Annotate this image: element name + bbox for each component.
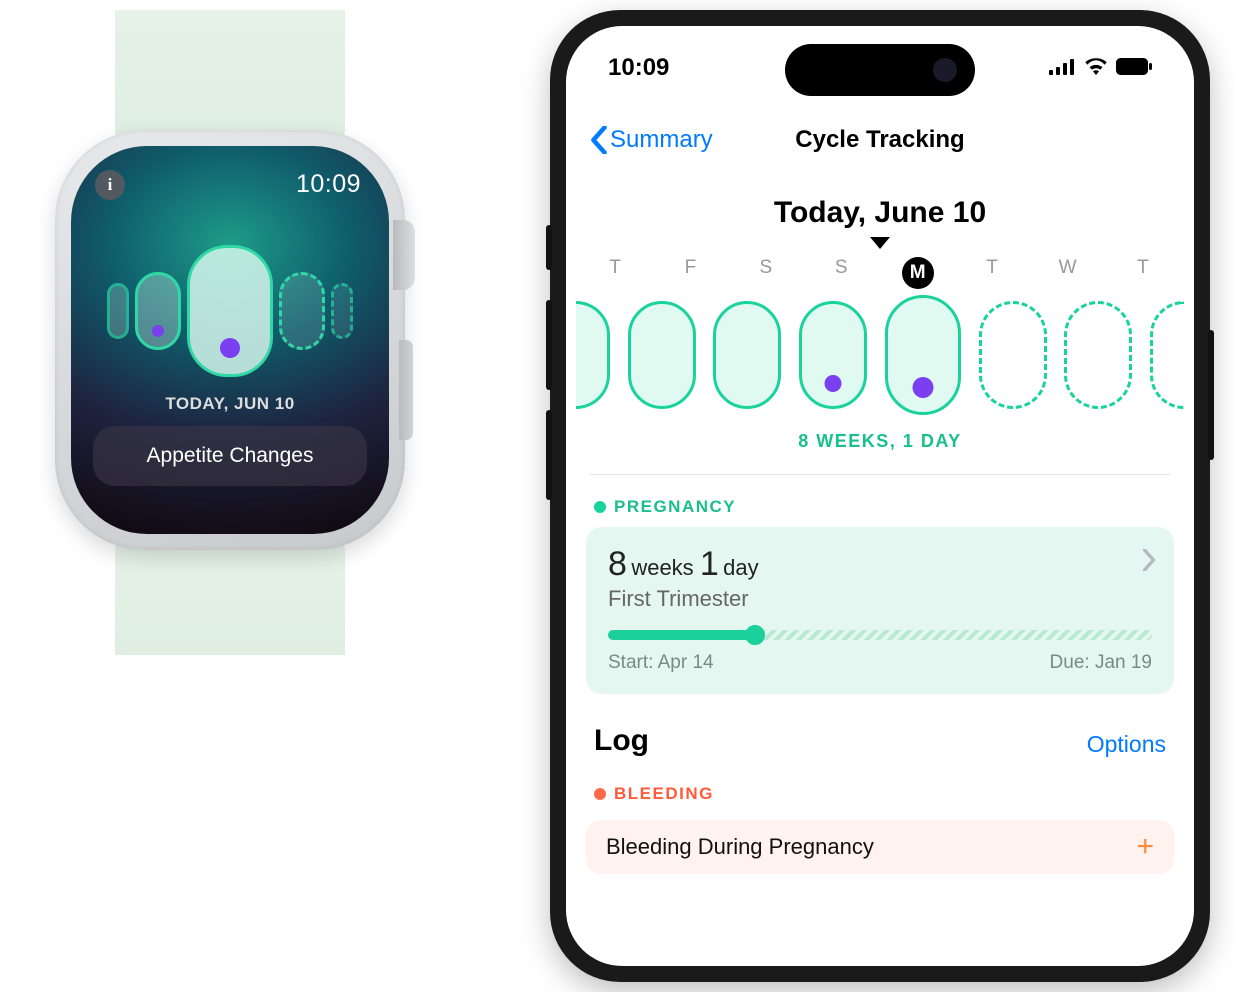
apple-watch: i 10:09 TODAY, JUN 10 Appetite Changes [40,10,420,655]
date-heading: Today, June 10 [566,196,1194,230]
log-heading: Log [594,724,649,758]
dot-icon [594,501,606,513]
start-date: Start: Apr 14 [608,652,714,674]
phone-frame: 10:09 Summary C [550,10,1210,982]
phone-screen: 10:09 Summary C [566,26,1194,966]
back-label: Summary [610,126,713,154]
digital-crown[interactable] [393,220,415,290]
weekday-label: S [806,257,878,289]
watch-case: i 10:09 TODAY, JUN 10 Appetite Changes [55,130,405,550]
log-dot-icon [912,377,933,398]
dot-icon [594,788,606,800]
weekday-label: S [731,257,803,289]
cycle-day-pill[interactable] [187,245,273,377]
symptom-chip[interactable]: Appetite Changes [93,426,367,486]
cycle-day-pill[interactable] [576,301,610,409]
weekday-label: M [882,257,954,289]
cycle-day-pill[interactable] [135,272,181,350]
cycle-day-pill[interactable] [279,272,325,350]
cycle-day-pill[interactable] [1150,301,1184,409]
chevron-left-icon [590,126,608,154]
cycle-day-pill[interactable] [1064,301,1132,409]
log-dot-icon [825,375,842,392]
weekday-row: TFSSMTWT [566,257,1194,289]
pregnancy-progress [608,630,1152,640]
trimester-label: First Trimester [608,586,1152,612]
cycle-day-pill[interactable] [799,301,867,409]
watch-side-button[interactable] [399,340,413,440]
cycle-day-pill[interactable] [628,301,696,409]
bleeding-log-row[interactable]: Bleeding During Pregnancy + [586,820,1174,874]
options-button[interactable]: Options [1087,731,1166,758]
watch-today-label: TODAY, JUN 10 [71,394,389,414]
cycle-day-pill[interactable] [107,283,129,339]
volume-up-button[interactable] [546,300,552,390]
weekday-label: T [580,257,652,289]
mute-switch[interactable] [546,225,552,270]
back-button[interactable]: Summary [590,126,713,154]
pregnancy-section-label: PREGNANCY [566,475,1194,527]
cycle-day-pill[interactable] [885,295,961,415]
cycle-carousel[interactable] [566,301,1194,415]
weekday-label: W [1033,257,1105,289]
watch-band [115,10,345,140]
cycle-day-pill[interactable] [979,301,1047,409]
info-icon[interactable]: i [95,170,125,200]
watch-band [115,540,345,655]
volume-down-button[interactable] [546,410,552,500]
chevron-right-icon [1142,549,1156,576]
iphone: 10:09 Summary C [540,0,1220,992]
log-dot-icon [152,325,164,337]
nav-bar: Summary Cycle Tracking [566,26,1194,172]
watch-time: 10:09 [296,170,361,199]
pregnancy-card[interactable]: 8 weeks 1 day First Trimester Start: Apr… [586,527,1174,694]
weekday-label: T [957,257,1029,289]
today-pointer-icon [566,236,1194,255]
bleeding-section-label: BLEEDING [566,762,1194,814]
watch-cycle-carousel[interactable] [71,241,389,381]
watch-screen: i 10:09 TODAY, JUN 10 Appetite Changes [71,146,389,534]
gestation-label: 8 WEEKS, 1 DAY [566,431,1194,452]
log-row-label: Bleeding During Pregnancy [606,834,874,860]
pregnancy-duration: 8 weeks 1 day [608,545,1152,584]
cycle-day-pill[interactable] [713,301,781,409]
due-date: Due: Jan 19 [1050,652,1152,674]
power-button[interactable] [1208,330,1214,460]
log-dot-icon [220,338,240,358]
cycle-day-pill[interactable] [331,283,353,339]
weekday-label: T [1108,257,1180,289]
plus-icon: + [1136,830,1154,864]
weekday-label: F [655,257,727,289]
